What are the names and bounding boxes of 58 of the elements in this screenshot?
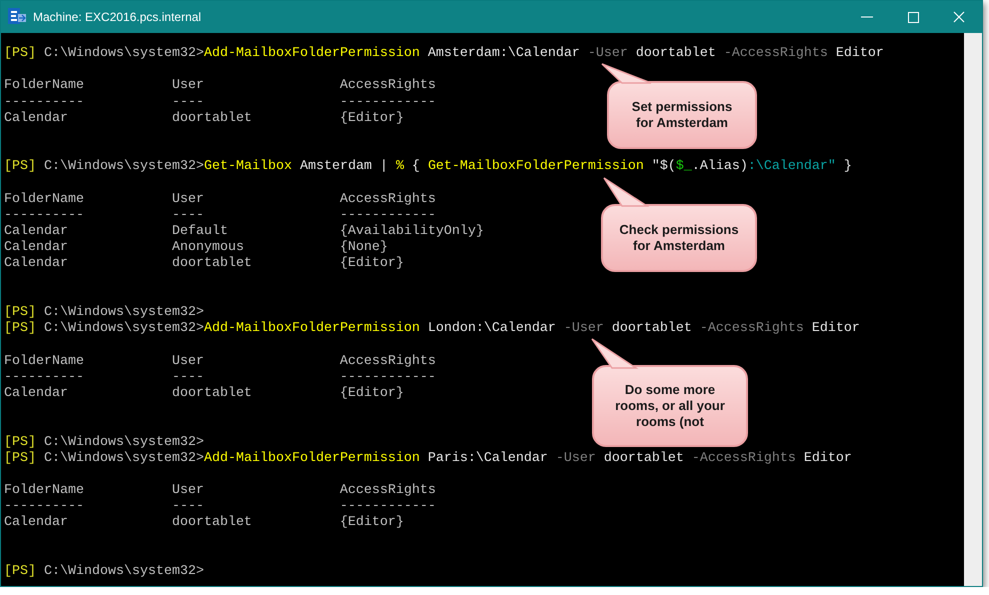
callout-text: Check permissions for Amsterdam bbox=[619, 222, 739, 254]
command-line: [PS] C:\Windows\system32> bbox=[4, 305, 204, 321]
window-title: Machine: EXC2016.pcs.internal bbox=[33, 10, 202, 24]
header-underline: ------------ bbox=[340, 499, 436, 515]
column-header: AccessRights bbox=[340, 192, 436, 208]
table-cell: doortablet bbox=[172, 110, 252, 127]
header-underline: ---------- bbox=[4, 208, 84, 224]
minimize-icon bbox=[861, 16, 873, 18]
column-header: User bbox=[172, 483, 204, 500]
command-line: [PS] C:\Windows\system32>Add-MailboxFolderPermission Paris:\Calendar -User doortablet -AccessRights Editor bbox=[4, 450, 852, 467]
table-cell-text: {AvailabilityOnly} bbox=[340, 224, 484, 240]
header-underline: ---------- bbox=[4, 94, 84, 111]
table-cell: doortablet bbox=[172, 386, 252, 402]
column-header: FolderName bbox=[4, 78, 84, 95]
table-cell: Calendar bbox=[4, 515, 68, 532]
table-cell: {Editor} bbox=[340, 256, 404, 273]
callout-text: Set permissions for Amsterdam bbox=[632, 99, 732, 131]
column-header: User bbox=[172, 354, 204, 370]
table-cell: {Editor} bbox=[340, 110, 404, 127]
column-header: User bbox=[172, 78, 204, 95]
table-cell: {Editor} bbox=[340, 515, 404, 532]
command-line: [PS] C:\Windows\system32>Add-MailboxFolderPermission London:\Calendar -User doortablet -AccessRights Editor bbox=[4, 321, 860, 338]
header-underline: ------------ bbox=[340, 94, 436, 111]
command-line: [PS] C:\Windows\system32>Get-Mailbox Amsterdam | % { Get-MailboxFolderPermission "$($_.Alias):\Calendar" } bbox=[4, 159, 852, 176]
callout-text: Do some more rooms, or all your rooms (not bbox=[615, 382, 725, 430]
header-underline: ---------- bbox=[4, 499, 84, 515]
header-underline: ---- bbox=[172, 370, 204, 386]
command-line: [PS] C:\Windows\system32> bbox=[4, 564, 204, 580]
column-header: FolderName bbox=[4, 354, 84, 370]
table-cell-text: Calendar bbox=[4, 224, 68, 240]
table-cell: Default bbox=[172, 224, 228, 240]
table-cell-text: {None} bbox=[340, 240, 388, 256]
header-underline: ---- bbox=[172, 499, 204, 515]
column-header: FolderName bbox=[4, 483, 84, 500]
header-underline: ------------ bbox=[340, 370, 436, 386]
table-cell: Calendar bbox=[4, 386, 68, 402]
table-cell: Calendar bbox=[4, 256, 68, 273]
table-cell-text: Calendar bbox=[4, 240, 68, 256]
maximize-icon bbox=[908, 12, 918, 22]
command-line: [PS] C:\Windows\system32>Add-MailboxFolderPermission Amsterdam:\Calendar -User doortablet -AccessRights Editor bbox=[4, 46, 884, 62]
table-cell: doortablet bbox=[172, 256, 252, 273]
command-line: [PS] C:\Windows\system32> bbox=[4, 434, 204, 451]
header-underline: ---------- bbox=[4, 370, 84, 386]
column-header: AccessRights bbox=[340, 354, 436, 370]
column-header: User bbox=[172, 192, 204, 208]
close-icon bbox=[953, 11, 965, 23]
table-cell: Calendar bbox=[4, 110, 68, 127]
app-icon bbox=[8, 8, 26, 26]
column-header: FolderName bbox=[4, 192, 84, 208]
column-header: AccessRights bbox=[340, 483, 436, 500]
header-underline: ------------ bbox=[340, 208, 436, 224]
table-cell: doortablet bbox=[172, 515, 252, 532]
scrollbar[interactable] bbox=[964, 33, 982, 586]
column-header: AccessRights bbox=[340, 78, 436, 95]
header-underline: ---- bbox=[172, 94, 204, 111]
table-cell-text: Anonymous bbox=[172, 240, 244, 256]
table-cell: {Editor} bbox=[340, 386, 404, 402]
header-underline: ---- bbox=[172, 208, 204, 224]
